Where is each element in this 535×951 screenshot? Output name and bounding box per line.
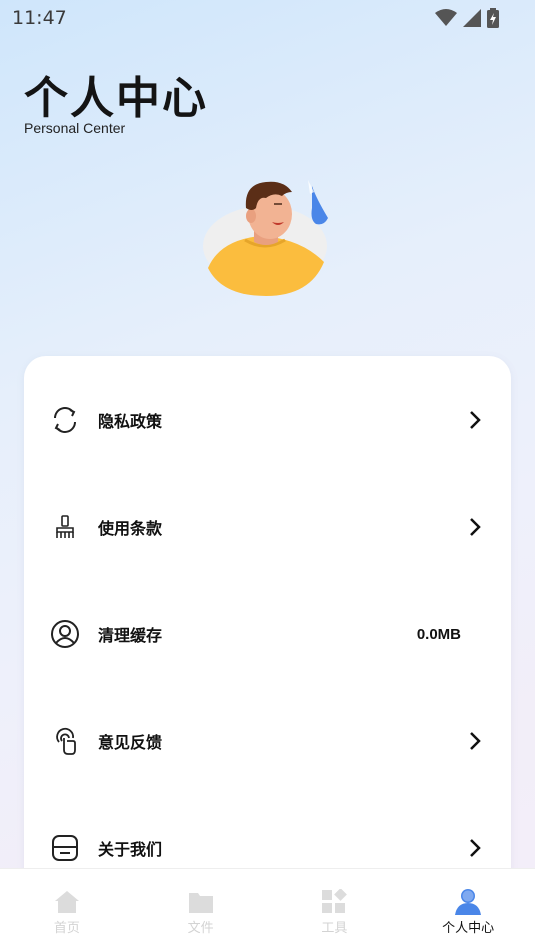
chevron-right-icon [470, 518, 481, 536]
menu-item-privacy-policy[interactable]: 隐私政策 [24, 390, 511, 450]
menu-item-feedback[interactable]: 意见反馈 [24, 711, 511, 771]
menu-item-label: 关于我们 [98, 840, 163, 859]
chevron-right-icon [470, 839, 481, 857]
refresh-icon [48, 403, 82, 437]
wifi-icon [435, 9, 457, 26]
person-icon [453, 887, 483, 917]
folder-icon [186, 887, 216, 917]
home-icon [52, 887, 82, 917]
menu-item-label: 意见反馈 [98, 733, 163, 752]
chevron-right-icon [470, 411, 481, 429]
signal-icon [463, 9, 481, 27]
tab-personal-center[interactable]: 个人中心 [401, 869, 535, 951]
tab-home[interactable]: 首页 [0, 869, 134, 951]
bottom-tab-bar: 首页 文件 工具 个人中心 [0, 868, 535, 951]
status-icons [435, 8, 499, 28]
user-circle-icon [48, 617, 82, 651]
touch-icon [48, 724, 82, 758]
tab-tools[interactable]: 工具 [268, 869, 402, 951]
cache-size-value: 0.0MB [416, 625, 461, 643]
tools-icon [319, 887, 349, 917]
tab-label: 个人中心 [442, 921, 495, 936]
box-icon [48, 831, 82, 865]
avatar [200, 178, 335, 303]
tab-label: 工具 [321, 921, 348, 936]
menu-item-label: 隐私政策 [98, 412, 163, 431]
page-title: 个人中心 [24, 73, 208, 124]
tab-label: 文件 [187, 921, 214, 936]
chevron-right-icon [470, 732, 481, 750]
menu-item-terms-of-use[interactable]: 使用条款 [24, 497, 511, 557]
tab-files[interactable]: 文件 [134, 869, 268, 951]
status-time: 11:47 [12, 7, 67, 29]
menu-card: 隐私政策 使用条款 清理缓存 0.0MB 意见反馈 关于我们 [24, 356, 511, 896]
status-bar: 11:47 [0, 0, 535, 36]
battery-icon [487, 8, 499, 28]
menu-item-label: 使用条款 [98, 519, 163, 538]
page-subtitle: Personal Center [24, 120, 126, 136]
menu-item-label: 清理缓存 [98, 626, 163, 645]
menu-item-clear-cache[interactable]: 清理缓存 0.0MB [24, 604, 511, 664]
brush-icon [48, 510, 82, 544]
tab-label: 首页 [53, 921, 80, 936]
